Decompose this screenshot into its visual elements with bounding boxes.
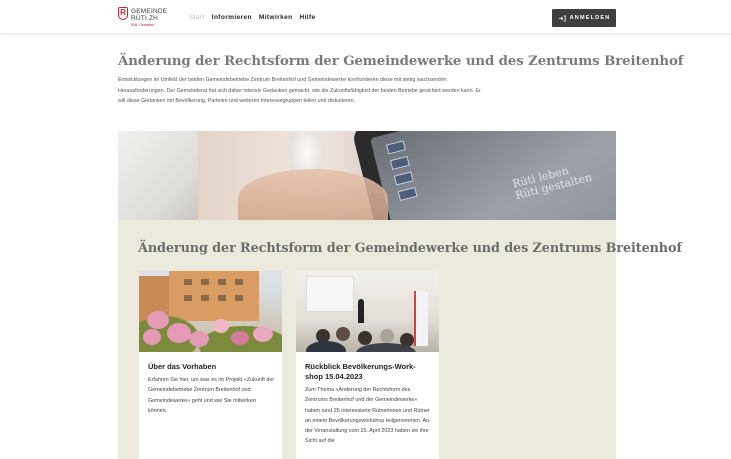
hero-sleeve-shape xyxy=(118,131,198,220)
hero-image: Rüti leben Rüti gestalten xyxy=(118,131,616,220)
site-header: R GEMEINDE RÜTI ZH Rüti. Gestalten. Star… xyxy=(0,0,731,34)
page-title: Änderung der Rechtsform der Gemeindewerk… xyxy=(118,54,684,69)
card-title: Über das Vorhaben xyxy=(148,362,217,371)
card-ueber-das-vorhaben[interactable]: Über das Vorhaben Erfahren Sie hier, um … xyxy=(139,271,282,459)
card-rueckblick-workshop[interactable]: Rückblick Bevölkerungs-Work-shop 15.04.2… xyxy=(296,271,439,459)
hero-thumbnail xyxy=(386,140,406,155)
nav-item-mitwirken[interactable]: Mitwirken xyxy=(259,14,293,21)
card-image-workshop xyxy=(296,271,439,352)
nav-item-informieren[interactable]: Informieren xyxy=(212,14,252,21)
hero-thumbnail xyxy=(389,155,410,170)
login-button[interactable]: ANMELDEN xyxy=(552,9,616,27)
card-image-building-flowers xyxy=(139,271,282,352)
hero-hand-shape xyxy=(238,169,388,220)
logo-text-line1: GEMEINDE xyxy=(131,8,168,15)
card-text: Zum Thema «Änderung der Rechtsform des Z… xyxy=(305,387,430,445)
login-arrow-icon xyxy=(558,15,566,21)
nav-item-hilfe[interactable]: Hilfe xyxy=(299,14,315,21)
hero-thumbnail xyxy=(397,186,418,201)
nav-item-start[interactable]: Start xyxy=(189,14,205,21)
logo-tagline: Rüti. Gestalten. xyxy=(131,23,156,27)
main-nav: Start Informieren Mitwirken Hilfe xyxy=(189,14,316,21)
section-title: Änderung der Rechtsform der Gemeindewerk… xyxy=(138,241,682,256)
card-text: Erfahren Sie hier, um was es im Projekt … xyxy=(148,377,275,414)
logo-mark-icon: R xyxy=(118,7,128,20)
project-section: Änderung der Rechtsform der Gemeindewerk… xyxy=(118,220,682,459)
card-title: Rückblick Bevölkerungs-Work-shop 15.04.2… xyxy=(305,362,416,381)
gemeinde-logo[interactable]: R GEMEINDE RÜTI ZH Rüti. Gestalten. xyxy=(118,6,170,32)
intro-text: Entwicklungen im Umfeld der beiden Gemei… xyxy=(118,77,481,104)
login-label: ANMELDEN xyxy=(569,15,611,21)
hero-thumbnail xyxy=(393,171,414,186)
logo-text-line2: RÜTI ZH xyxy=(131,15,159,22)
